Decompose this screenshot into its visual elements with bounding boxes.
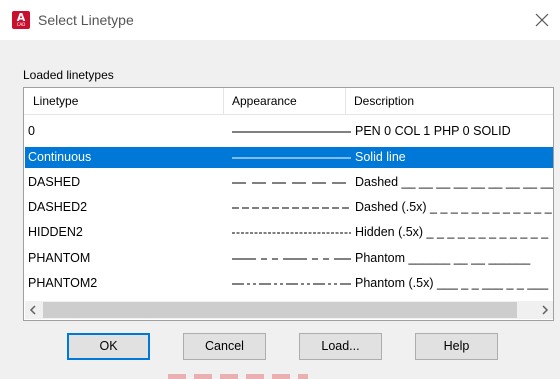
help-button[interactable]: Help <box>415 333 498 360</box>
linetype-description: PEN 0 COL 1 PHP 0 SOLID <box>355 124 511 138</box>
loaded-linetypes-label: Loaded linetypes <box>23 68 114 82</box>
linetype-sample-line <box>232 131 351 133</box>
linetype-name: PHANTOM2 <box>28 276 98 290</box>
linetype-name: 0 <box>28 124 35 138</box>
appearance-preview <box>231 172 353 193</box>
linetype-name: Continuous <box>28 150 92 164</box>
table-row[interactable]: PHANTOM Phantom ______ __ __ ______ <box>25 248 553 269</box>
window-title: Select Linetype <box>38 12 134 28</box>
linetype-list[interactable]: Linetype Appearance Description 0 PEN 0 … <box>23 87 554 321</box>
linetype-sample-line <box>232 157 351 159</box>
scroll-left-icon[interactable] <box>25 301 42 319</box>
linetype-sample-line <box>232 283 351 285</box>
appearance-preview <box>231 121 353 142</box>
ok-button[interactable]: OK <box>67 333 150 360</box>
linetype-description: Phantom ______ __ __ ______ <box>355 251 531 265</box>
load-button[interactable]: Load... <box>299 333 382 360</box>
linetype-name: DASHED2 <box>28 200 88 214</box>
linetype-sample-line <box>232 182 351 184</box>
linetype-description: Dashed __ __ __ __ __ __ __ __ __ __ <box>355 175 553 189</box>
linetype-description: Hidden (.5x) _ _ _ _ _ _ _ _ _ _ _ _ <box>355 225 549 239</box>
linetype-name: HIDDEN2 <box>28 225 83 239</box>
column-header-linetype[interactable]: Linetype <box>24 88 223 114</box>
table-row[interactable]: PHANTOM2 Phantom (.5x) ___ _ _ ___ _ _ _… <box>25 273 553 294</box>
linetype-description: Phantom (.5x) ___ _ _ ___ _ _ ___ <box>355 276 549 290</box>
linetype-sample-line <box>232 258 351 260</box>
appearance-preview <box>231 197 353 218</box>
linetype-sample-line <box>232 232 351 234</box>
linetype-name: PHANTOM <box>28 251 91 265</box>
table-row[interactable]: 0 PEN 0 COL 1 PHP 0 SOLID <box>25 121 553 142</box>
appearance-preview <box>231 147 353 168</box>
appearance-preview <box>231 248 353 269</box>
table-row[interactable]: DASHED Dashed __ __ __ __ __ __ __ __ __… <box>25 172 553 193</box>
scroll-right-icon[interactable] <box>536 301 553 319</box>
close-icon[interactable] <box>528 6 556 34</box>
table-row[interactable]: Continuous Solid line <box>25 147 553 168</box>
horizontal-scrollbar[interactable] <box>25 301 553 319</box>
app-icon-sub: CAD <box>16 22 26 27</box>
linetype-description: Dashed (.5x) _ _ _ _ _ _ _ _ _ _ _ _ _ <box>355 200 553 214</box>
list-header: Linetype Appearance Description <box>24 88 553 115</box>
column-header-appearance[interactable]: Appearance <box>223 88 345 114</box>
scrollbar-thumb[interactable] <box>43 302 517 318</box>
column-header-description[interactable]: Description <box>345 88 553 114</box>
linetype-name: DASHED <box>28 175 81 189</box>
bottom-accent-strip <box>168 374 308 379</box>
appearance-preview <box>231 273 353 294</box>
table-row[interactable]: HIDDEN2 Hidden (.5x) _ _ _ _ _ _ _ _ _ _… <box>25 222 553 243</box>
table-row[interactable]: DASHED2 Dashed (.5x) _ _ _ _ _ _ _ _ _ _… <box>25 197 553 218</box>
title-bar: A CAD Select Linetype <box>0 0 560 40</box>
linetype-sample-line <box>232 207 351 209</box>
autocad-app-icon: A CAD <box>12 11 30 29</box>
linetype-description: Solid line <box>355 150 406 164</box>
cancel-button[interactable]: Cancel <box>183 333 266 360</box>
appearance-preview <box>231 222 353 243</box>
